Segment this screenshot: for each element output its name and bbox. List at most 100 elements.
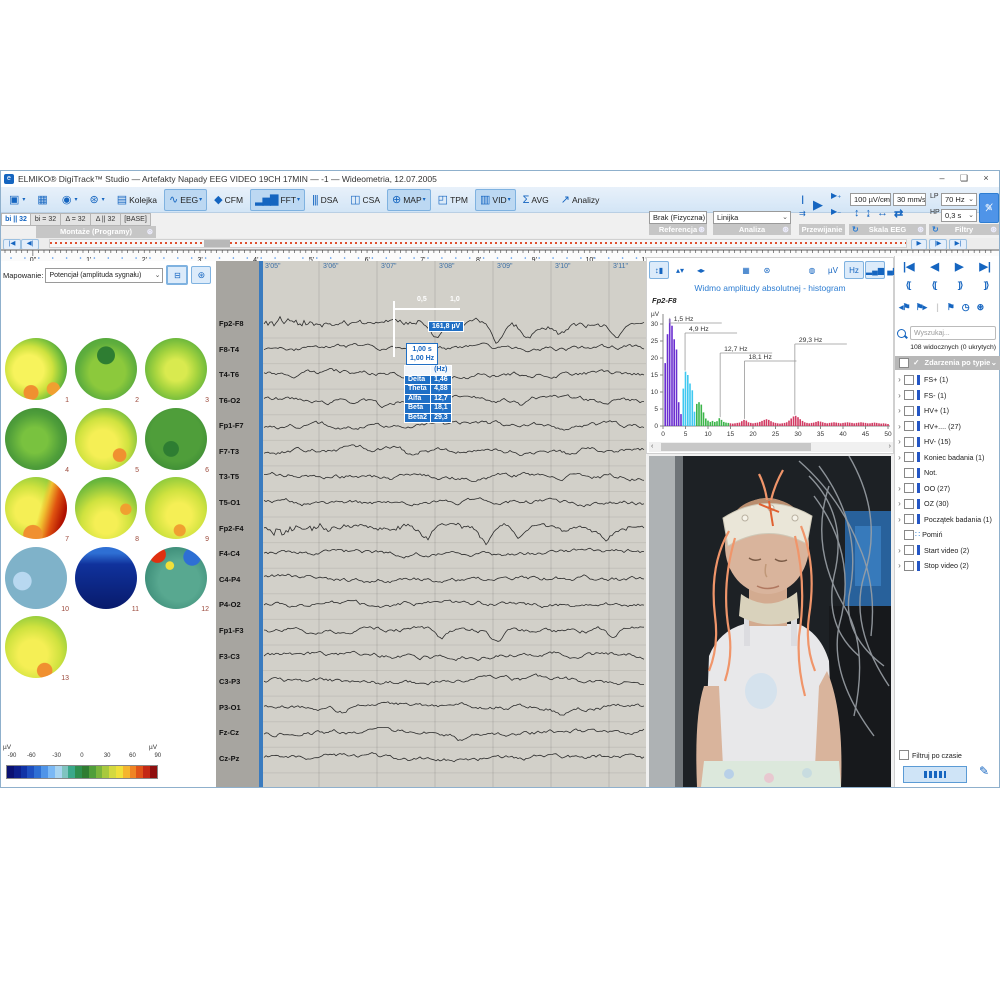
event-checkbox[interactable]	[904, 514, 914, 524]
spectrum-scrollbar[interactable]: ‹ ›	[649, 442, 893, 452]
event-type-row-9[interactable]: ›OZ (30)	[895, 496, 1000, 511]
event-checkbox[interactable]	[904, 406, 914, 416]
event-checkbox[interactable]	[904, 390, 914, 400]
toolbar-button-cfm[interactable]: ◆CFM	[209, 189, 248, 211]
topo-map-11[interactable]: 11	[73, 545, 142, 614]
channel-label-F4-C4[interactable]: F4-C4	[219, 549, 240, 558]
gear-icon[interactable]: ⊛	[917, 224, 924, 235]
gear-icon[interactable]: ⊛	[782, 224, 789, 235]
channel-label-Fp2-F8[interactable]: Fp2-F8	[219, 319, 244, 328]
topo-map-2[interactable]: 2	[73, 336, 142, 405]
event-type-row-10[interactable]: ›Początek badania (1)	[895, 512, 1000, 527]
topo-map-10[interactable]: 10	[3, 545, 72, 614]
toolbar-button-save[interactable]: ▣▾	[4, 189, 30, 211]
referencja-select[interactable]: Brak (Fizyczna)⌄	[649, 211, 707, 224]
event-type-row-3[interactable]: ›HV+ (1)	[895, 403, 1000, 418]
nav-step-fwd-button[interactable]: ]⟩	[958, 280, 963, 291]
video-panel[interactable]	[649, 456, 891, 787]
toolbar-button-eeg[interactable]: ∿EEG▾	[164, 189, 207, 211]
nav-next-button[interactable]: ▶	[955, 260, 963, 273]
expand-horizontal-icon[interactable]: ↔	[877, 207, 888, 220]
expand-vertical-icon[interactable]: ↕	[854, 207, 860, 220]
flag-icon-button[interactable]: ⚑	[947, 302, 954, 313]
montage-tab-1[interactable]: bi || 32	[1, 213, 31, 226]
events-header[interactable]: ✓ Zdarzenia po typie ⌄	[895, 356, 1000, 370]
expand-arrow-icon[interactable]: ›	[895, 484, 904, 493]
step-icon[interactable]: ⇉	[799, 209, 806, 218]
channel-label-Cz-Pz[interactable]: Cz-Pz	[219, 754, 239, 763]
expand-arrow-icon[interactable]: ›	[895, 515, 904, 524]
gear-icon[interactable]: ⊛	[147, 226, 153, 238]
channel-label-Fz-Cz[interactable]: Fz-Cz	[219, 728, 239, 737]
event-type-row-1[interactable]: ›FS+ (1)	[895, 372, 1000, 387]
montage-tab-4[interactable]: Δ || 32	[91, 213, 121, 226]
compress-vertical-icon[interactable]: ↨	[866, 207, 872, 220]
flag-next-button[interactable]: ⚑▸	[916, 302, 927, 313]
toolbar-button-kolejka[interactable]: ▤Kolejka	[112, 189, 162, 211]
settings-button[interactable]: ⊛	[757, 261, 777, 279]
progress-button[interactable]	[903, 766, 967, 783]
event-checkbox[interactable]	[904, 468, 914, 478]
channel-label-F7-T3[interactable]: F7-T3	[219, 447, 239, 456]
topo-map-1[interactable]: 1	[3, 336, 72, 405]
event-checkbox[interactable]	[904, 437, 914, 447]
uv-scale-select[interactable]: 100 µV/cm⌄	[850, 193, 891, 206]
expand-arrow-icon[interactable]: ›	[895, 499, 904, 508]
channel-label-Fp1-F3[interactable]: Fp1-F3	[219, 626, 244, 635]
expand-arrow-icon[interactable]: ›	[895, 453, 904, 462]
expand-arrow-icon[interactable]: ›	[895, 406, 904, 415]
channel-label-T6-O2[interactable]: T6-O2	[219, 396, 240, 405]
position-scrollbar-thumb[interactable]	[204, 240, 230, 247]
toolbar-button-dsa[interactable]: |||DSA	[307, 189, 343, 211]
event-settings-button[interactable]: ⊛	[977, 302, 984, 313]
event-type-row-2[interactable]: ›FS- (1)	[895, 388, 1000, 403]
expand-arrow-icon[interactable]: ›	[895, 437, 904, 446]
toolbar-button-tpm[interactable]: ◰TPM	[433, 189, 473, 211]
event-type-row-11[interactable]: ∷Pomiń	[895, 527, 1000, 542]
event-checkbox[interactable]	[904, 561, 914, 571]
event-type-row-5[interactable]: ›HV- (15)	[895, 434, 1000, 449]
event-checkbox[interactable]	[904, 530, 914, 540]
search-input[interactable]: Wyszukaj...	[910, 326, 996, 340]
lp-filter-select[interactable]: 70 Hz⌄	[941, 193, 977, 206]
channel-label-Fp1-F7[interactable]: Fp1-F7	[219, 421, 244, 430]
spin-vertical-button[interactable]: ▴▾	[670, 261, 690, 279]
toolbar-button-csa[interactable]: ◫CSA	[345, 189, 385, 211]
toolbar-button-analizy[interactable]: ↗Analizy	[556, 189, 605, 211]
uv-mode-button[interactable]: µV	[823, 261, 843, 279]
hp-filter-select[interactable]: 0,3 s⌄	[941, 209, 977, 222]
titlebar[interactable]: e ELMIKO® DigiTrack™ Studio — Artefakty …	[1, 171, 999, 188]
mapowanie-select[interactable]: Potencjał (amplituda sygnału)⌄	[45, 268, 163, 283]
channel-label-F3-C3[interactable]: F3-C3	[219, 652, 240, 661]
nav-last-button[interactable]: ▶|	[979, 260, 991, 273]
event-checkbox[interactable]	[904, 545, 914, 555]
topo-map-5[interactable]: 5	[73, 406, 142, 475]
clock-icon-button[interactable]: ◷	[962, 302, 969, 313]
topo-map-3[interactable]: 3	[143, 336, 212, 405]
toolbar-button-avg[interactable]: ΣAVG	[518, 189, 554, 211]
refresh-icon[interactable]: ↻	[852, 224, 859, 235]
event-type-row-6[interactable]: ›Koniec badania (1)	[895, 450, 1000, 465]
event-type-row-12[interactable]: ›Start video (2)	[895, 543, 1000, 558]
event-type-row-7[interactable]: Not.	[895, 465, 1000, 480]
gear-icon[interactable]: ⊛	[698, 224, 705, 235]
edit-pencil-icon[interactable]: ✎	[979, 764, 989, 778]
expand-arrow-icon[interactable]: ›	[895, 375, 904, 384]
toolbar-button-preview[interactable]: ◉▾	[57, 189, 83, 211]
minimize-button[interactable]: –	[931, 171, 953, 186]
analiza-select[interactable]: Linijka⌄	[713, 211, 791, 224]
nav-first-button[interactable]: |◀	[903, 260, 915, 273]
channel-label-T5-O1[interactable]: T5-O1	[219, 498, 240, 507]
toolbar-button-print[interactable]: ▦	[32, 189, 54, 211]
gear-icon[interactable]: ⊛	[990, 224, 997, 235]
topo-map-13[interactable]: 13	[3, 614, 72, 683]
channel-label-Fp2-F4[interactable]: Fp2-F4	[219, 524, 244, 533]
print-button[interactable]: ▦	[736, 261, 756, 279]
toolbar-button-settings[interactable]: ⊛▾	[84, 189, 109, 211]
montage-tab-2[interactable]: bi = 32	[31, 213, 61, 226]
cursor-tool-icon[interactable]: I	[801, 193, 804, 207]
scale-mode-button[interactable]: ↕▮	[649, 261, 669, 279]
play-icon[interactable]: ▶	[813, 197, 823, 213]
channel-label-F8-T4[interactable]: F8-T4	[219, 345, 239, 354]
topo-map-12[interactable]: 12	[143, 545, 212, 614]
